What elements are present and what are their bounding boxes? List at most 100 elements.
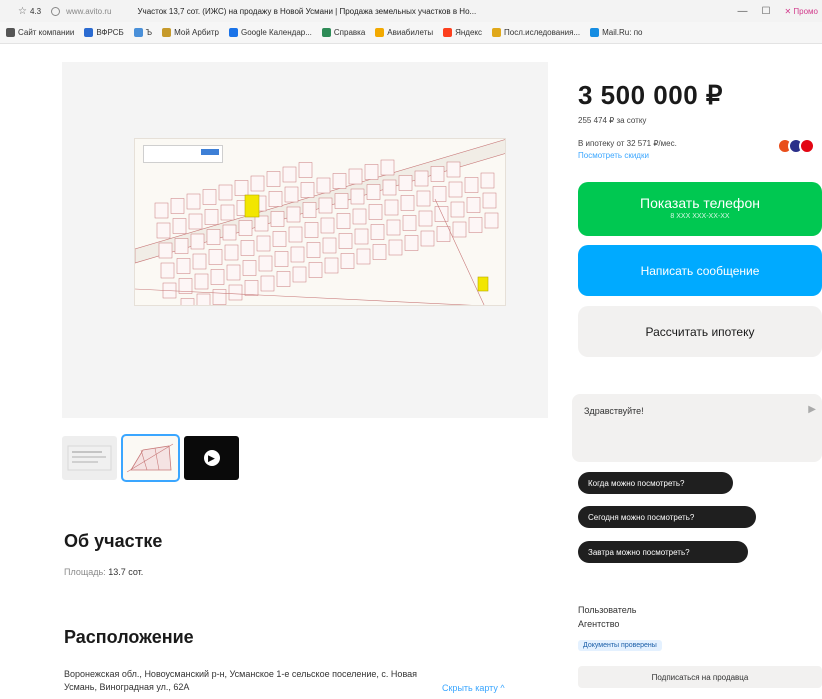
land-plot xyxy=(254,215,269,232)
highlighted-plot xyxy=(477,276,489,292)
photo-gallery[interactable] xyxy=(62,62,548,418)
chat-input[interactable]: Здравствуйте! ▶ xyxy=(572,394,822,462)
bookmark-label: Mail.Ru: по xyxy=(602,28,643,37)
land-plot xyxy=(372,244,387,260)
bookmark-item[interactable]: Авиабилеты xyxy=(375,28,433,37)
land-plot xyxy=(384,199,399,216)
site-info-icon[interactable] xyxy=(51,6,61,16)
thumbnail-2[interactable] xyxy=(121,434,180,482)
land-plot xyxy=(172,218,187,234)
bookmark-item[interactable]: Справка xyxy=(321,28,365,37)
maximize-icon[interactable]: ☐ xyxy=(761,6,770,17)
land-plot xyxy=(414,170,429,187)
land-plot xyxy=(430,166,445,182)
land-plot xyxy=(332,173,347,189)
bookmark-item[interactable]: Сайт компании xyxy=(6,28,74,37)
bookmark-favicon-icon xyxy=(321,28,331,37)
thumbnail-1[interactable] xyxy=(62,436,117,480)
bookmark-favicon-icon xyxy=(590,28,600,37)
land-plot xyxy=(210,269,225,285)
land-plot xyxy=(282,166,297,183)
seller-name[interactable]: Пользователь xyxy=(578,605,636,615)
land-plot xyxy=(268,191,283,207)
show-phone-button[interactable]: Показать телефон 8 XXX XXX-XX-XX xyxy=(578,182,822,236)
bookmark-label: Мой Арбитр xyxy=(174,28,219,37)
browser-titlebar: ☆ 4.3 www.avito.ru Участок 13,7 сот. (ИЖ… xyxy=(0,0,822,22)
bookmark-item[interactable]: Яндекс xyxy=(443,28,482,37)
land-plot xyxy=(174,238,189,254)
hide-map-link[interactable]: Скрыть карту ^ xyxy=(442,683,505,693)
minimize-icon[interactable]: — xyxy=(737,6,747,17)
land-plot xyxy=(228,284,243,301)
address-bar[interactable]: www.avito.ru xyxy=(66,7,111,16)
bookmark-item[interactable]: Мой Арбитр xyxy=(162,28,219,37)
calc-mortgage-button[interactable]: Рассчитать ипотеку xyxy=(578,306,822,357)
land-plot xyxy=(238,220,253,236)
land-plot xyxy=(334,193,349,209)
quick-reply-1[interactable]: Когда можно посмотреть? xyxy=(578,472,733,494)
view-offers-link[interactable]: Посмотреть скидки xyxy=(578,151,649,160)
land-plot xyxy=(352,208,367,225)
land-plot xyxy=(386,219,401,236)
bookmark-item[interactable]: Google Календар... xyxy=(228,28,312,37)
bookmark-item[interactable]: Mail.Ru: по xyxy=(590,28,642,37)
land-plot xyxy=(234,180,249,196)
land-plot xyxy=(274,251,289,267)
bookmark-favicon-icon xyxy=(443,28,453,37)
docs-verified-badge: Документы проверены xyxy=(578,640,662,651)
bookmark-label: Авиабилеты xyxy=(387,28,434,37)
thumbnail-video[interactable]: ▶ xyxy=(184,436,239,480)
bookmark-label: Сайт компании xyxy=(18,28,75,37)
land-plot xyxy=(368,204,383,220)
phone-masked: 8 XXX XXX-XX-XX xyxy=(670,213,730,220)
thumbnail-strip: ▶ xyxy=(62,434,239,482)
bookmark-label: Яндекс xyxy=(455,28,483,37)
land-plot xyxy=(468,217,483,233)
land-plot xyxy=(276,271,291,287)
bookmark-favicon-icon xyxy=(84,28,94,37)
land-plot xyxy=(226,264,241,281)
land-plot xyxy=(366,184,381,200)
land-plot xyxy=(176,258,191,274)
land-plot xyxy=(398,175,413,191)
land-plot xyxy=(452,221,467,238)
land-plot xyxy=(356,248,371,265)
map-widget xyxy=(143,145,223,163)
land-plot xyxy=(160,262,175,279)
send-icon[interactable]: ▶ xyxy=(808,404,816,415)
area-label: Площадь: xyxy=(64,567,106,577)
promo-link[interactable]: ✕ Промо xyxy=(784,7,818,16)
land-plot xyxy=(242,260,257,276)
bookmark-item[interactable]: Посл.иследования... xyxy=(492,28,580,37)
bookmark-item[interactable]: Ъ xyxy=(133,28,152,37)
land-plot xyxy=(170,198,185,214)
land-plot xyxy=(382,179,397,196)
chat-greeting: Здравствуйте! xyxy=(584,406,644,416)
thumbnail-document-icon xyxy=(67,445,112,471)
land-plot xyxy=(480,172,495,189)
land-plot xyxy=(482,192,497,209)
bookmark-item[interactable]: ВФРСБ xyxy=(84,28,124,37)
quick-reply-2[interactable]: Сегодня можно посмотреть? xyxy=(578,506,756,528)
land-plot xyxy=(240,240,255,256)
land-plot xyxy=(320,217,335,234)
land-plot xyxy=(420,230,435,247)
land-plot xyxy=(202,189,217,205)
land-plot xyxy=(218,184,233,201)
bookmark-star-icon[interactable]: ☆ xyxy=(18,6,27,17)
land-plot xyxy=(316,177,331,194)
write-message-button[interactable]: Написать сообщение xyxy=(578,245,822,296)
land-plot xyxy=(250,175,265,192)
land-plot xyxy=(186,193,201,210)
bookmark-favicon-icon xyxy=(133,28,143,37)
bookmark-label: Google Календар... xyxy=(240,28,312,37)
land-plot xyxy=(388,239,403,256)
bookmarks-bar: Сайт компании ВФРСБ Ъ Мой Арбитр Google Кале… xyxy=(0,22,822,44)
play-icon: ▶ xyxy=(203,450,220,466)
land-plot xyxy=(364,164,379,180)
land-plot xyxy=(340,253,355,269)
land-plot xyxy=(300,182,315,198)
subscribe-seller-button[interactable]: Подписаться на продавца xyxy=(578,666,822,688)
land-plot xyxy=(436,226,451,242)
quick-reply-3[interactable]: Завтра можно посмотреть? xyxy=(578,541,748,563)
